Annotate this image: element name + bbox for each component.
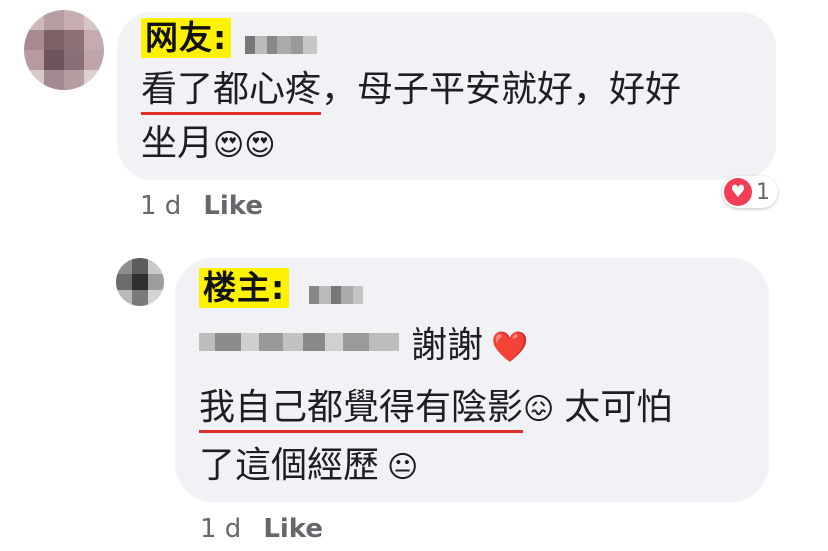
reply-avatar-blurred[interactable]: [116, 258, 164, 306]
comment-bubble: 网友: 看了都心疼，母子平安就好，好好 坐月😍😍: [117, 12, 776, 180]
underlined-text: 看了都心疼: [141, 69, 322, 115]
blurred-username[interactable]: [309, 286, 363, 304]
commenter-tag: 楼主:: [199, 268, 290, 308]
heart-icon: ♥: [724, 178, 752, 206]
timestamp[interactable]: 1 d: [200, 514, 241, 544]
reply-text: 太可怕: [564, 387, 673, 428]
like-button[interactable]: Like: [203, 191, 263, 221]
timestamp[interactable]: 1 d: [140, 191, 181, 221]
reply-text-line: 我自己都覺得有陰影😖 太可怕: [199, 386, 673, 433]
reply-text-line: 謝謝 ❤️: [199, 324, 528, 370]
commenter-tag: 网友:: [141, 18, 232, 58]
underlined-text: 我自己都覺得有陰影: [199, 387, 524, 433]
heart-eyes-emoji: 😍😍: [213, 128, 276, 163]
confounded-emoji: 😖: [523, 392, 555, 427]
thanks-text: 謝謝: [411, 325, 484, 366]
reply-text-line: 了這個經歷 😐: [199, 444, 418, 490]
reply-meta: 1 d Like: [200, 514, 323, 544]
comment-text: ，母子平安就好，好好: [321, 69, 682, 110]
comment-text-line: 坐月😍😍: [141, 122, 276, 168]
reaction-count: 1: [756, 179, 770, 205]
reaction-summary[interactable]: ♥ 1: [722, 176, 778, 208]
commenter-avatar-blurred[interactable]: [24, 10, 104, 90]
comment-text: 坐月: [141, 123, 214, 164]
red-heart-emoji: ❤️: [491, 330, 529, 365]
blurred-username[interactable]: [245, 36, 317, 54]
reply-text: 了這個經歷: [199, 445, 380, 486]
comment-meta: 1 d Like: [140, 191, 263, 221]
blurred-mention[interactable]: [199, 333, 399, 351]
neutral-face-emoji: 😐: [387, 450, 419, 485]
like-button[interactable]: Like: [263, 514, 323, 544]
comment-text-line: 看了都心疼，母子平安就好，好好: [141, 68, 682, 115]
reply-bubble: 楼主: 謝謝 ❤️ 我自己都覺得有陰影😖 太可怕 了這個經歷 😐: [175, 258, 769, 502]
